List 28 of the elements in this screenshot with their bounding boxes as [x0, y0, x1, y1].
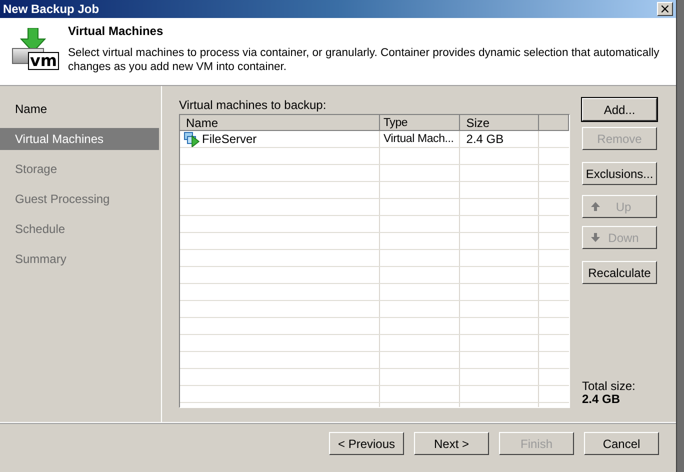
page-title: Virtual Machines [68, 24, 164, 38]
action-button[interactable]: Recalculate [582, 261, 657, 284]
table-cell: Virtual Mach... [380, 131, 460, 147]
total-size-label: Total size: [582, 380, 636, 392]
step-item[interactable]: Summary [0, 248, 159, 270]
step-item[interactable]: Storage [0, 158, 159, 180]
step-item[interactable]: Name [0, 98, 159, 120]
column-header[interactable]: Size [460, 115, 540, 130]
close-button[interactable]: × [657, 2, 673, 16]
table-cell: 2.4 GB [460, 131, 540, 147]
table-label: Virtual machines to backup: [179, 98, 328, 114]
total-size-value: 2.4 GB [582, 392, 622, 406]
action-button[interactable]: Add... [582, 98, 657, 121]
step-item[interactable]: Guest Processing [0, 188, 159, 210]
step-item[interactable]: Schedule [0, 218, 159, 240]
vm-icon [184, 132, 200, 146]
column-header[interactable]: Name [180, 115, 380, 130]
down-arrow-icon [591, 233, 600, 242]
window-title: New Backup Job [3, 2, 100, 16]
wizard-button[interactable]: < Previous [329, 432, 404, 455]
column-header[interactable]: Type [380, 115, 460, 130]
wizard-button[interactable]: Cancel [584, 432, 659, 455]
step-item[interactable]: Virtual Machines [0, 128, 159, 150]
action-button[interactable]: Exclusions... [582, 162, 657, 185]
page-description: Select virtual machines to process via container, or granularly. Container provides dynamic selection that automatically changes as you add new VM into container. [68, 46, 660, 74]
wizard-button[interactable]: Next > [414, 432, 489, 455]
up-arrow-icon [591, 202, 600, 211]
vm-name: FileServer [202, 131, 257, 147]
